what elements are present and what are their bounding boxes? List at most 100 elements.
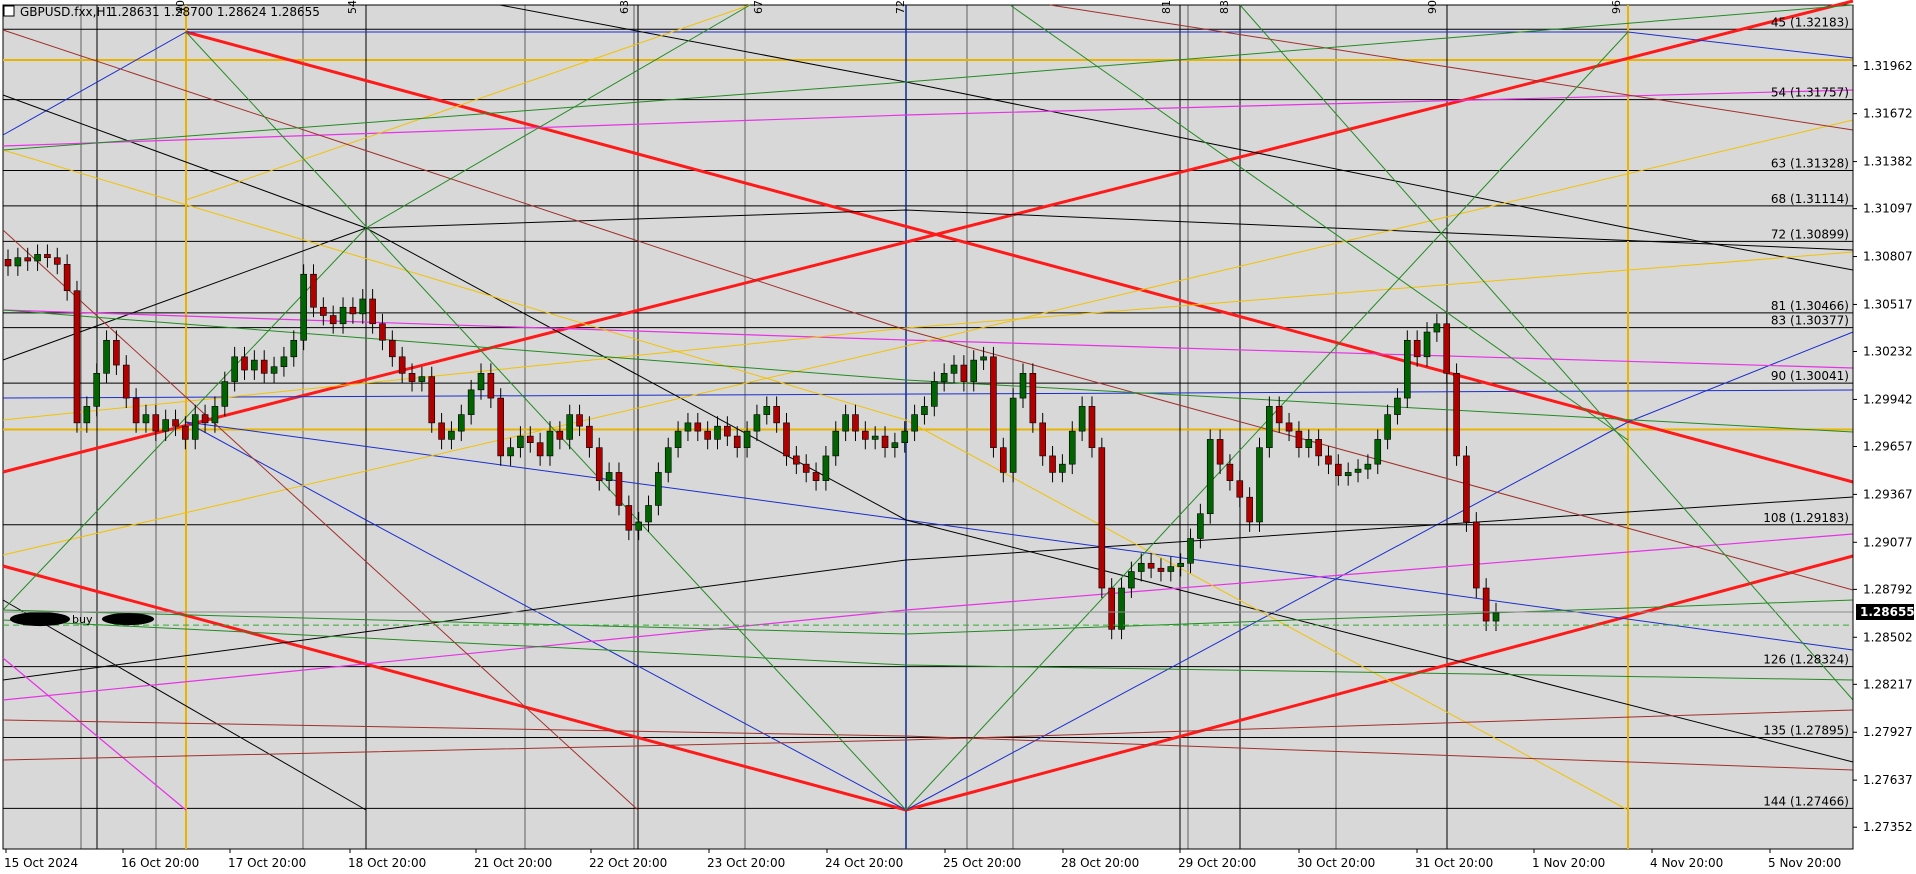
candle-body <box>1197 513 1204 539</box>
candle-body <box>63 264 71 292</box>
trade-label: buy <box>72 613 93 626</box>
candle-body <box>329 315 337 325</box>
candle-body <box>1256 447 1263 523</box>
candle-body <box>507 447 514 457</box>
candle-body <box>536 442 544 457</box>
candle-body <box>44 254 51 259</box>
candle-body <box>822 455 830 481</box>
candle-body <box>526 435 534 443</box>
time-tick-label: 1 Nov 20:00 <box>1532 856 1605 870</box>
level-label: 81 (1.30466) <box>1771 299 1849 313</box>
candle-body <box>999 447 1007 473</box>
candle-body <box>339 306 347 325</box>
chart-window[interactable]: buy 1.27352 1.27637 1.27927 1.28217 1.28502 1… <box>0 0 1916 874</box>
candle-body <box>940 373 948 382</box>
candle-body <box>349 306 357 315</box>
candle-body <box>802 463 810 473</box>
candle-body <box>1019 373 1027 399</box>
candle-body <box>1335 463 1342 477</box>
candle-body <box>517 435 524 448</box>
candle-body <box>871 435 879 440</box>
candle-body <box>1266 406 1273 448</box>
candle-body <box>1059 463 1066 473</box>
candle-body <box>1177 562 1184 567</box>
candle-body <box>477 373 485 391</box>
candle-body <box>251 359 258 371</box>
candle-body <box>664 447 672 473</box>
candle-body <box>389 339 396 358</box>
candle-body <box>605 472 613 481</box>
candle-body <box>862 430 869 440</box>
candle-body <box>576 414 583 427</box>
candle-body <box>556 430 564 440</box>
candle-body <box>1433 323 1441 333</box>
symbol-menu-icon[interactable] <box>3 5 15 17</box>
candle-body <box>615 472 623 506</box>
candle-body <box>1492 612 1500 622</box>
candle-body <box>773 406 780 424</box>
top-marker-label: 72 <box>894 0 907 14</box>
candle-body <box>645 505 652 523</box>
candle-body <box>684 422 692 432</box>
time-tick-label: 17 Oct 20:00 <box>228 856 306 870</box>
time-tick-label: 5 Nov 20:00 <box>1768 856 1841 870</box>
candle-body <box>122 364 130 399</box>
candle-body <box>1068 430 1076 465</box>
candle-body <box>1236 480 1244 498</box>
candle-body <box>369 298 376 325</box>
level-label: 135 (1.27895) <box>1763 724 1849 738</box>
candle-body <box>1315 439 1322 457</box>
candle-body <box>113 339 120 366</box>
price-tick-label: 1.29657 <box>1863 439 1913 453</box>
candle-body <box>93 373 100 407</box>
candle-body <box>201 414 209 424</box>
price-tick-label: 1.28217 <box>1863 677 1913 691</box>
candle-body <box>1216 439 1224 465</box>
candle-body <box>428 376 436 424</box>
candle-body <box>743 430 751 448</box>
candle-body <box>911 414 918 432</box>
candle-body <box>1206 439 1214 515</box>
candle-body <box>83 406 91 424</box>
candle-body <box>1039 422 1047 457</box>
candle-body <box>832 430 840 457</box>
candle-body <box>53 257 61 265</box>
candle-body <box>566 414 573 440</box>
candle-body <box>1029 373 1037 424</box>
chart-title: GBPUSD.fxx,H1 1.28631 1.28700 1.28624 1.… <box>3 5 320 19</box>
candle-body <box>1443 323 1451 374</box>
candle-body <box>970 359 978 382</box>
candle-body <box>1344 472 1352 477</box>
top-marker-label: 63 <box>618 0 631 14</box>
candle-body <box>14 257 22 267</box>
candle-body <box>24 257 32 262</box>
candle-body <box>359 298 367 315</box>
trade-redaction <box>10 612 70 627</box>
candle-body <box>211 406 219 424</box>
candle-body <box>733 435 741 448</box>
candle-body <box>842 414 849 432</box>
candle-body <box>260 359 268 374</box>
candle-body <box>191 414 199 440</box>
candle-body <box>891 442 899 448</box>
time-tick-label: 24 Oct 20:00 <box>825 856 903 870</box>
level-label: 108 (1.29183) <box>1763 511 1849 525</box>
time-tick-label: 25 Oct 20:00 <box>943 856 1021 870</box>
candle-body <box>418 376 426 382</box>
price-tick-label: 1.27352 <box>1863 820 1913 834</box>
candle-body <box>379 323 386 341</box>
level-label: 54 (1.31757) <box>1771 86 1849 100</box>
level-label: 45 (1.32183) <box>1771 15 1849 29</box>
candle-body <box>1157 567 1165 572</box>
time-tick-label: 23 Oct 20:00 <box>707 856 785 870</box>
candle-body <box>487 373 495 399</box>
candle-body <box>1482 587 1490 622</box>
time-tick-label: 30 Oct 20:00 <box>1297 856 1375 870</box>
price-chart[interactable]: buy 1.27352 1.27637 1.27927 1.28217 1.28502 1… <box>0 0 1916 874</box>
price-tick-label: 1.27927 <box>1863 725 1913 739</box>
price-tick-label: 1.30517 <box>1863 297 1913 311</box>
candle-body <box>221 381 229 407</box>
plot-area[interactable] <box>2 4 1854 850</box>
candle-body <box>881 435 889 448</box>
candle-body <box>438 422 445 440</box>
